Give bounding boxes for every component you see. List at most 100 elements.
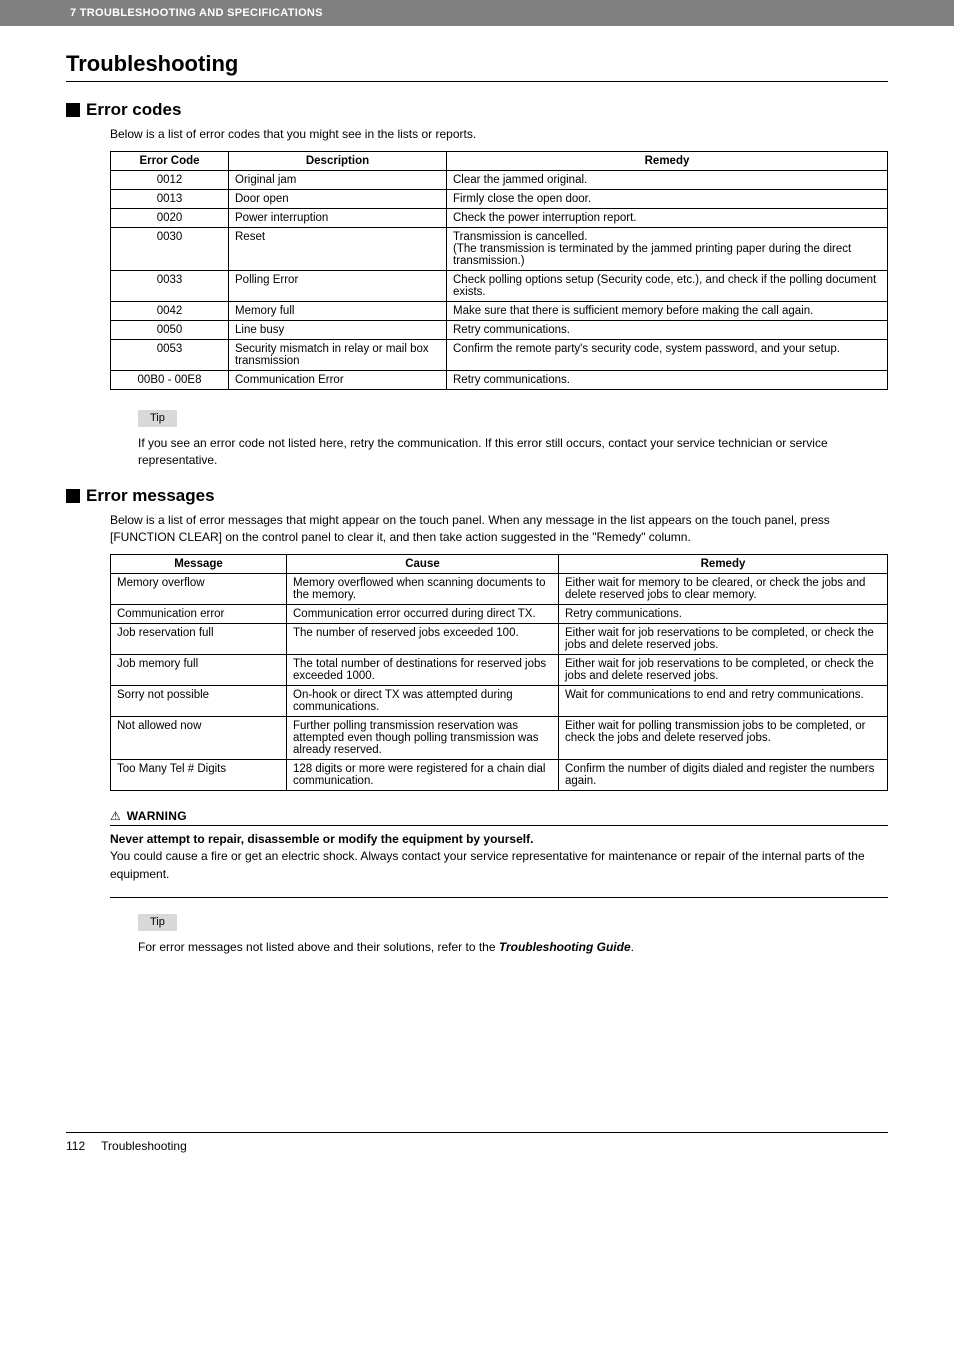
- tip-badge: Tip: [138, 410, 177, 427]
- table-row: 0020 Power interruption Check the power …: [111, 209, 888, 228]
- cell-cause: The number of reserved jobs exceeded 100…: [287, 624, 559, 655]
- warning-label: WARNING: [127, 809, 187, 823]
- tip-2-text: For error messages not listed above and …: [138, 939, 888, 956]
- warning-block: ⚠ WARNING Never attempt to repair, disas…: [110, 809, 888, 883]
- cell-code: 0012: [111, 171, 229, 190]
- table-row: Job reservation full The number of reser…: [111, 624, 888, 655]
- cell-rem: Either wait for memory to be cleared, or…: [559, 574, 888, 605]
- col-message: Message: [111, 555, 287, 574]
- divider: [110, 897, 888, 898]
- page-number: 112: [66, 1139, 85, 1153]
- col-error-code: Error Code: [111, 152, 229, 171]
- page-footer: 112 Troubleshooting: [66, 1132, 888, 1153]
- cell-desc: Memory full: [229, 302, 447, 321]
- col-cause: Cause: [287, 555, 559, 574]
- cell-cause: 128 digits or more were registered for a…: [287, 760, 559, 791]
- cell-desc: Security mismatch in relay or mail box t…: [229, 340, 447, 371]
- error-messages-table: Message Cause Remedy Memory overflow Mem…: [110, 554, 888, 791]
- tip-2-lead: For error messages not listed above and …: [138, 940, 499, 954]
- page-title: Troubleshooting: [66, 51, 888, 82]
- cell-cause: Communication error occurred during dire…: [287, 605, 559, 624]
- cell-desc: Original jam: [229, 171, 447, 190]
- cell-msg: Sorry not possible: [111, 686, 287, 717]
- cell-rem: Either wait for job reservations to be c…: [559, 655, 888, 686]
- table-row: Job memory full The total number of dest…: [111, 655, 888, 686]
- cell-msg: Job reservation full: [111, 624, 287, 655]
- cell-rem: Firmly close the open door.: [447, 190, 888, 209]
- cell-cause: On-hook or direct TX was attempted durin…: [287, 686, 559, 717]
- warning-icon: ⚠: [110, 810, 121, 822]
- section-error-messages-heading: Error messages: [66, 486, 888, 506]
- cell-desc: Communication Error: [229, 371, 447, 390]
- square-bullet-icon: [66, 103, 80, 117]
- cell-rem: Transmission is cancelled. (The transmis…: [447, 228, 888, 271]
- table-row: 0042 Memory full Make sure that there is…: [111, 302, 888, 321]
- cell-rem: Retry communications.: [447, 371, 888, 390]
- col-description: Description: [229, 152, 447, 171]
- tip-badge: Tip: [138, 914, 177, 931]
- table-row: 0030 Reset Transmission is cancelled. (T…: [111, 228, 888, 271]
- cell-rem: Make sure that there is sufficient memor…: [447, 302, 888, 321]
- cell-code: 0053: [111, 340, 229, 371]
- table-row: 0012 Original jam Clear the jammed origi…: [111, 171, 888, 190]
- table-header-row: Message Cause Remedy: [111, 555, 888, 574]
- cell-code: 00B0 - 00E8: [111, 371, 229, 390]
- table-row: Too Many Tel # Digits 128 digits or more…: [111, 760, 888, 791]
- cell-rem: Check polling options setup (Security co…: [447, 271, 888, 302]
- error-codes-intro: Below is a list of error codes that you …: [110, 126, 888, 143]
- warning-heading-line: ⚠ WARNING: [110, 809, 888, 826]
- tip-1-text: If you see an error code not listed here…: [138, 435, 888, 470]
- cell-rem: Either wait for polling transmission job…: [559, 717, 888, 760]
- cell-desc: Line busy: [229, 321, 447, 340]
- cell-cause: Further polling transmission reservation…: [287, 717, 559, 760]
- cell-rem: Check the power interruption report.: [447, 209, 888, 228]
- cell-msg: Too Many Tel # Digits: [111, 760, 287, 791]
- cell-code: 0020: [111, 209, 229, 228]
- cell-code: 0050: [111, 321, 229, 340]
- cell-msg: Job memory full: [111, 655, 287, 686]
- cell-rem: Confirm the number of digits dialed and …: [559, 760, 888, 791]
- table-row: 0013 Door open Firmly close the open doo…: [111, 190, 888, 209]
- cell-rem: Confirm the remote party's security code…: [447, 340, 888, 371]
- table-row: Communication error Communication error …: [111, 605, 888, 624]
- error-codes-table: Error Code Description Remedy 0012 Origi…: [110, 151, 888, 390]
- table-row: Sorry not possible On-hook or direct TX …: [111, 686, 888, 717]
- tip-2-ref: Troubleshooting Guide: [499, 940, 631, 954]
- cell-code: 0033: [111, 271, 229, 302]
- cell-code: 0030: [111, 228, 229, 271]
- cell-desc: Door open: [229, 190, 447, 209]
- table-row: 0053 Security mismatch in relay or mail …: [111, 340, 888, 371]
- cell-rem: Retry communications.: [447, 321, 888, 340]
- chapter-header: 7 TROUBLESHOOTING AND SPECIFICATIONS: [0, 0, 954, 26]
- tip-2-tail: .: [631, 940, 634, 954]
- square-bullet-icon: [66, 489, 80, 503]
- section-error-codes-heading: Error codes: [66, 100, 888, 120]
- cell-cause: The total number of destinations for res…: [287, 655, 559, 686]
- cell-code: 0013: [111, 190, 229, 209]
- table-header-row: Error Code Description Remedy: [111, 152, 888, 171]
- cell-desc: Power interruption: [229, 209, 447, 228]
- cell-rem: Clear the jammed original.: [447, 171, 888, 190]
- cell-rem: Retry communications.: [559, 605, 888, 624]
- cell-msg: Memory overflow: [111, 574, 287, 605]
- tip-badge-row: Tip: [138, 912, 888, 931]
- cell-code: 0042: [111, 302, 229, 321]
- col-remedy: Remedy: [447, 152, 888, 171]
- warning-title: Never attempt to repair, disassemble or …: [110, 832, 888, 846]
- section-error-codes-title: Error codes: [86, 100, 181, 120]
- cell-rem: Wait for communications to end and retry…: [559, 686, 888, 717]
- chapter-title: 7 TROUBLESHOOTING AND SPECIFICATIONS: [70, 7, 323, 19]
- cell-rem: Either wait for job reservations to be c…: [559, 624, 888, 655]
- table-row: Memory overflow Memory overflowed when s…: [111, 574, 888, 605]
- table-row: 0033 Polling Error Check polling options…: [111, 271, 888, 302]
- footer-title: Troubleshooting: [101, 1139, 187, 1153]
- table-row: Not allowed now Further polling transmis…: [111, 717, 888, 760]
- cell-cause: Memory overflowed when scanning document…: [287, 574, 559, 605]
- col-remedy: Remedy: [559, 555, 888, 574]
- section-error-messages-title: Error messages: [86, 486, 215, 506]
- table-row: 00B0 - 00E8 Communication Error Retry co…: [111, 371, 888, 390]
- tip-badge-row: Tip: [138, 408, 888, 427]
- cell-msg: Not allowed now: [111, 717, 287, 760]
- cell-msg: Communication error: [111, 605, 287, 624]
- table-row: 0050 Line busy Retry communications.: [111, 321, 888, 340]
